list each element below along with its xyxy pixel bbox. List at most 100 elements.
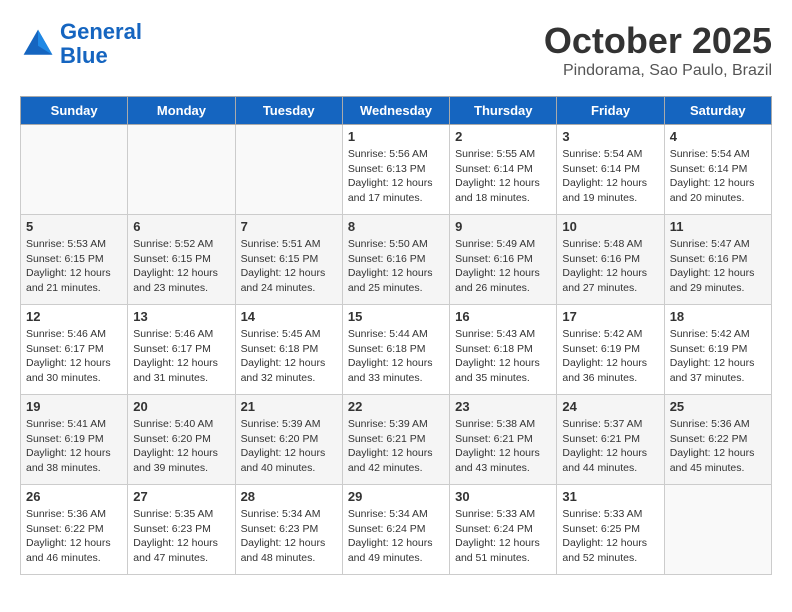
day-number: 2 [455,129,551,144]
cell-info: Sunrise: 5:33 AMSunset: 6:25 PMDaylight:… [562,507,658,566]
day-number: 15 [348,309,444,324]
calendar-cell: 18 Sunrise: 5:42 AMSunset: 6:19 PMDaylig… [664,305,771,395]
calendar-body: 1 Sunrise: 5:56 AMSunset: 6:13 PMDayligh… [21,125,772,575]
cell-info: Sunrise: 5:38 AMSunset: 6:21 PMDaylight:… [455,417,551,476]
cell-info: Sunrise: 5:42 AMSunset: 6:19 PMDaylight:… [562,327,658,386]
cell-info: Sunrise: 5:36 AMSunset: 6:22 PMDaylight:… [26,507,122,566]
day-number: 29 [348,489,444,504]
cell-info: Sunrise: 5:51 AMSunset: 6:15 PMDaylight:… [241,237,337,296]
location-title: Pindorama, Sao Paulo, Brazil [544,62,772,80]
calendar-week: 19 Sunrise: 5:41 AMSunset: 6:19 PMDaylig… [21,395,772,485]
day-number: 11 [670,219,766,234]
calendar-week: 5 Sunrise: 5:53 AMSunset: 6:15 PMDayligh… [21,215,772,305]
cell-info: Sunrise: 5:34 AMSunset: 6:24 PMDaylight:… [348,507,444,566]
calendar-cell: 25 Sunrise: 5:36 AMSunset: 6:22 PMDaylig… [664,395,771,485]
cell-info: Sunrise: 5:35 AMSunset: 6:23 PMDaylight:… [133,507,229,566]
day-number: 25 [670,399,766,414]
calendar-cell: 8 Sunrise: 5:50 AMSunset: 6:16 PMDayligh… [342,215,449,305]
cell-info: Sunrise: 5:43 AMSunset: 6:18 PMDaylight:… [455,327,551,386]
day-number: 10 [562,219,658,234]
day-number: 20 [133,399,229,414]
weekday-header: Saturday [664,97,771,125]
day-number: 31 [562,489,658,504]
calendar-table: SundayMondayTuesdayWednesdayThursdayFrid… [20,96,772,575]
calendar-cell: 15 Sunrise: 5:44 AMSunset: 6:18 PMDaylig… [342,305,449,395]
cell-info: Sunrise: 5:47 AMSunset: 6:16 PMDaylight:… [670,237,766,296]
weekday-row: SundayMondayTuesdayWednesdayThursdayFrid… [21,97,772,125]
cell-info: Sunrise: 5:39 AMSunset: 6:21 PMDaylight:… [348,417,444,476]
page-header: General Blue October 2025 Pindorama, Sao… [20,20,772,80]
calendar-cell: 7 Sunrise: 5:51 AMSunset: 6:15 PMDayligh… [235,215,342,305]
day-number: 6 [133,219,229,234]
cell-info: Sunrise: 5:55 AMSunset: 6:14 PMDaylight:… [455,147,551,206]
day-number: 7 [241,219,337,234]
logo-text: General Blue [60,20,142,68]
day-number: 9 [455,219,551,234]
cell-info: Sunrise: 5:40 AMSunset: 6:20 PMDaylight:… [133,417,229,476]
cell-info: Sunrise: 5:45 AMSunset: 6:18 PMDaylight:… [241,327,337,386]
cell-info: Sunrise: 5:42 AMSunset: 6:19 PMDaylight:… [670,327,766,386]
title-area: October 2025 Pindorama, Sao Paulo, Brazi… [544,20,772,80]
logo-blue: Blue [60,43,108,68]
calendar-week: 12 Sunrise: 5:46 AMSunset: 6:17 PMDaylig… [21,305,772,395]
calendar-cell: 12 Sunrise: 5:46 AMSunset: 6:17 PMDaylig… [21,305,128,395]
calendar-header: SundayMondayTuesdayWednesdayThursdayFrid… [21,97,772,125]
calendar-cell [664,485,771,575]
day-number: 21 [241,399,337,414]
day-number: 28 [241,489,337,504]
weekday-header: Wednesday [342,97,449,125]
calendar-cell: 10 Sunrise: 5:48 AMSunset: 6:16 PMDaylig… [557,215,664,305]
calendar-cell: 5 Sunrise: 5:53 AMSunset: 6:15 PMDayligh… [21,215,128,305]
day-number: 24 [562,399,658,414]
calendar-cell: 16 Sunrise: 5:43 AMSunset: 6:18 PMDaylig… [450,305,557,395]
calendar-cell: 9 Sunrise: 5:49 AMSunset: 6:16 PMDayligh… [450,215,557,305]
calendar-cell: 14 Sunrise: 5:45 AMSunset: 6:18 PMDaylig… [235,305,342,395]
calendar-cell: 22 Sunrise: 5:39 AMSunset: 6:21 PMDaylig… [342,395,449,485]
cell-info: Sunrise: 5:41 AMSunset: 6:19 PMDaylight:… [26,417,122,476]
calendar-cell: 23 Sunrise: 5:38 AMSunset: 6:21 PMDaylig… [450,395,557,485]
cell-info: Sunrise: 5:33 AMSunset: 6:24 PMDaylight:… [455,507,551,566]
cell-info: Sunrise: 5:36 AMSunset: 6:22 PMDaylight:… [670,417,766,476]
cell-info: Sunrise: 5:34 AMSunset: 6:23 PMDaylight:… [241,507,337,566]
cell-info: Sunrise: 5:44 AMSunset: 6:18 PMDaylight:… [348,327,444,386]
day-number: 5 [26,219,122,234]
calendar-cell: 6 Sunrise: 5:52 AMSunset: 6:15 PMDayligh… [128,215,235,305]
cell-info: Sunrise: 5:49 AMSunset: 6:16 PMDaylight:… [455,237,551,296]
day-number: 8 [348,219,444,234]
day-number: 16 [455,309,551,324]
cell-info: Sunrise: 5:53 AMSunset: 6:15 PMDaylight:… [26,237,122,296]
weekday-header: Sunday [21,97,128,125]
weekday-header: Monday [128,97,235,125]
day-number: 13 [133,309,229,324]
day-number: 3 [562,129,658,144]
cell-info: Sunrise: 5:46 AMSunset: 6:17 PMDaylight:… [133,327,229,386]
logo-icon [20,26,56,62]
day-number: 30 [455,489,551,504]
cell-info: Sunrise: 5:56 AMSunset: 6:13 PMDaylight:… [348,147,444,206]
calendar-cell [21,125,128,215]
calendar-cell: 30 Sunrise: 5:33 AMSunset: 6:24 PMDaylig… [450,485,557,575]
day-number: 14 [241,309,337,324]
calendar-cell: 4 Sunrise: 5:54 AMSunset: 6:14 PMDayligh… [664,125,771,215]
calendar-cell: 31 Sunrise: 5:33 AMSunset: 6:25 PMDaylig… [557,485,664,575]
day-number: 23 [455,399,551,414]
calendar-cell [128,125,235,215]
calendar-cell: 19 Sunrise: 5:41 AMSunset: 6:19 PMDaylig… [21,395,128,485]
calendar-cell: 21 Sunrise: 5:39 AMSunset: 6:20 PMDaylig… [235,395,342,485]
day-number: 1 [348,129,444,144]
calendar-cell: 1 Sunrise: 5:56 AMSunset: 6:13 PMDayligh… [342,125,449,215]
calendar-cell: 26 Sunrise: 5:36 AMSunset: 6:22 PMDaylig… [21,485,128,575]
logo: General Blue [20,20,142,68]
day-number: 27 [133,489,229,504]
day-number: 22 [348,399,444,414]
cell-info: Sunrise: 5:48 AMSunset: 6:16 PMDaylight:… [562,237,658,296]
month-title: October 2025 [544,20,772,62]
calendar-cell: 24 Sunrise: 5:37 AMSunset: 6:21 PMDaylig… [557,395,664,485]
cell-info: Sunrise: 5:39 AMSunset: 6:20 PMDaylight:… [241,417,337,476]
cell-info: Sunrise: 5:52 AMSunset: 6:15 PMDaylight:… [133,237,229,296]
day-number: 26 [26,489,122,504]
weekday-header: Tuesday [235,97,342,125]
calendar-cell: 13 Sunrise: 5:46 AMSunset: 6:17 PMDaylig… [128,305,235,395]
calendar-cell: 17 Sunrise: 5:42 AMSunset: 6:19 PMDaylig… [557,305,664,395]
cell-info: Sunrise: 5:37 AMSunset: 6:21 PMDaylight:… [562,417,658,476]
